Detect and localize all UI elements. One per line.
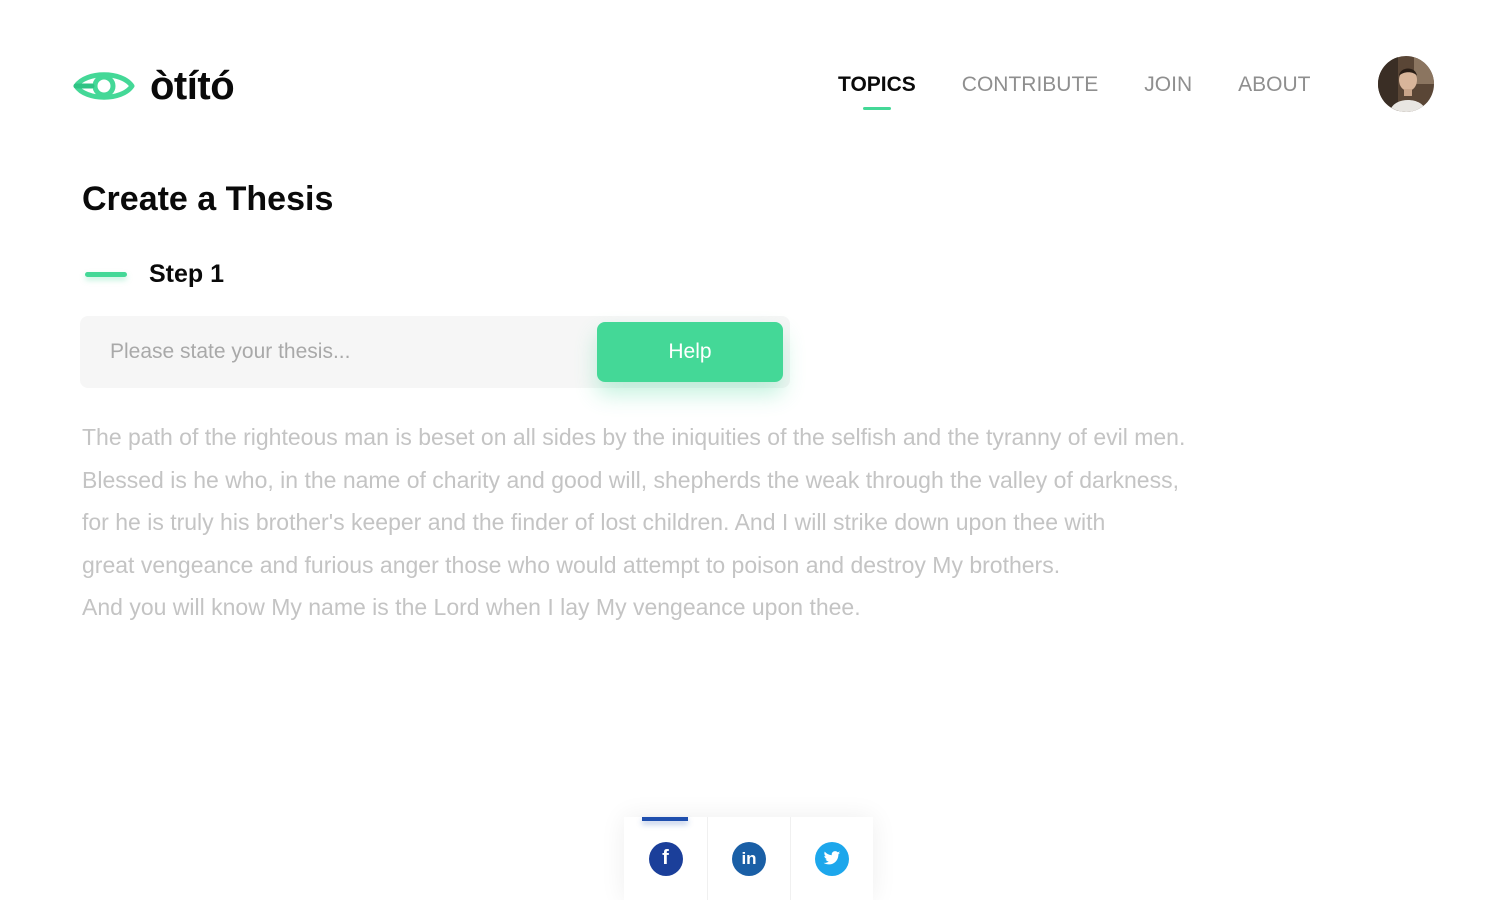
text-line: for he is truly his brother's keeper and… xyxy=(82,509,1106,535)
facebook-icon: f xyxy=(648,841,683,876)
nav-item-label: ABOUT xyxy=(1238,73,1311,96)
nav-item-topics[interactable]: TOPICS xyxy=(838,72,916,110)
twitter-bird-icon xyxy=(823,851,841,865)
nav-item-label: JOIN xyxy=(1144,73,1193,96)
linkedin-icon: in xyxy=(732,841,766,876)
thesis-form: Help xyxy=(80,316,790,388)
share-bar: f in xyxy=(624,817,873,900)
eye-logo-icon xyxy=(73,72,135,100)
share-linkedin-button[interactable]: in xyxy=(707,817,790,900)
text-line: And you will know My name is the Lord wh… xyxy=(82,594,861,620)
brand-name: òtító xyxy=(150,64,235,108)
thesis-input[interactable] xyxy=(80,316,600,388)
main-nav: TOPICS CONTRIBUTE JOIN ABOUT xyxy=(838,72,1356,110)
text-line: Blessed is he who, in the name of charit… xyxy=(82,466,1179,493)
nav-item-label: CONTRIBUTE xyxy=(961,73,1099,96)
share-twitter-button[interactable] xyxy=(790,817,873,900)
user-avatar[interactable] xyxy=(1378,56,1434,112)
text-line: great vengeance and furious anger those … xyxy=(82,551,1061,578)
step-dash xyxy=(85,272,127,277)
user-avatar-photo-icon xyxy=(1378,56,1434,112)
step-label: Step 1 xyxy=(149,260,225,288)
share-facebook-button[interactable]: f xyxy=(624,817,707,900)
nav-item-label: TOPICS xyxy=(838,73,916,96)
description-text: The path of the righteous man is beset o… xyxy=(82,416,1282,629)
active-share-indicator xyxy=(642,817,688,821)
active-nav-indicator xyxy=(862,107,891,110)
twitter-icon xyxy=(815,841,849,876)
nav-item-about[interactable]: ABOUT xyxy=(1238,72,1310,98)
logo[interactable]: òtító xyxy=(72,62,235,110)
help-button[interactable]: Help xyxy=(597,322,783,382)
text-line: The path of the righteous man is beset o… xyxy=(82,424,1186,450)
page-title: Create a Thesis xyxy=(82,180,334,218)
step-indicator: Step 1 xyxy=(85,260,224,289)
nav-item-contribute[interactable]: CONTRIBUTE xyxy=(962,72,1099,98)
nav-item-join[interactable]: JOIN xyxy=(1144,72,1192,98)
